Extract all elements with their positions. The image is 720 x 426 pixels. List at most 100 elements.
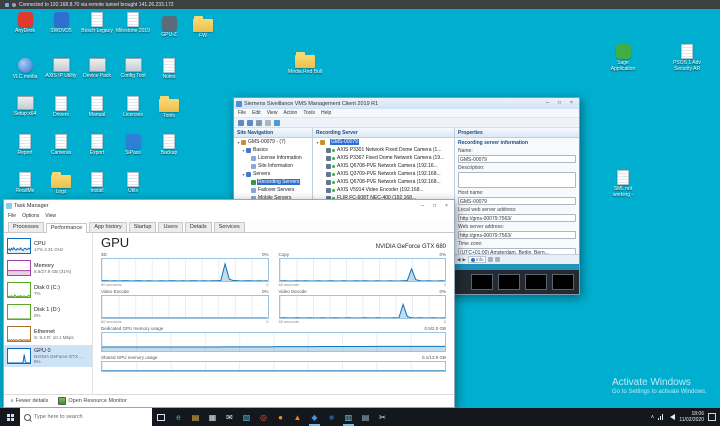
tree-item[interactable]: License Information bbox=[234, 154, 312, 162]
tree-item[interactable]: ▾ GMS-00079 - (7) bbox=[234, 138, 312, 146]
vms-menu-item[interactable]: Edit bbox=[252, 110, 261, 116]
tree-item[interactable]: Site Information bbox=[234, 162, 312, 170]
task-manager-tab[interactable]: Startup bbox=[129, 222, 157, 232]
tree-item[interactable]: ▾ Servers bbox=[234, 170, 312, 178]
toolbar-icon[interactable] bbox=[274, 120, 280, 126]
camera-preview-thumb[interactable] bbox=[471, 274, 493, 290]
task-manager-menu-item[interactable]: View bbox=[45, 213, 56, 219]
performance-sidebar-item[interactable]: GPU 0 NVIDIA GeForce GTX ... 5% bbox=[4, 345, 92, 367]
volume-icon[interactable] bbox=[667, 414, 675, 420]
tab-failover-icon[interactable] bbox=[495, 257, 500, 262]
desktop-icon[interactable]: SML not working - Alignm... bbox=[606, 170, 640, 198]
desktop-icon[interactable]: SiPass bbox=[116, 134, 150, 156]
task-view-button[interactable] bbox=[152, 408, 170, 426]
desktop-icon[interactable]: FW bbox=[186, 16, 220, 39]
tab-scroll-right-icon[interactable]: ▶ bbox=[462, 257, 465, 263]
desktop-icon[interactable]: SWDVD5 bbox=[44, 12, 78, 34]
taskbar-app-icon[interactable]: ● bbox=[272, 408, 289, 426]
performance-sidebar-item[interactable]: Memory 8.6/27.9 GB (31%) bbox=[4, 257, 92, 279]
property-value[interactable]: http://gms-00079:7563/ bbox=[458, 214, 576, 222]
desktop-icon[interactable]: Sage Application bbox=[606, 44, 640, 72]
desktop-icon[interactable]: Manual bbox=[80, 96, 114, 118]
open-resource-monitor-link[interactable]: Open Resource Monitor bbox=[58, 397, 126, 405]
toolbar-icon[interactable] bbox=[256, 120, 262, 126]
taskbar-search[interactable] bbox=[20, 408, 152, 426]
desktop-icon[interactable]: Cameras bbox=[44, 134, 78, 156]
camera-preview-thumb[interactable] bbox=[498, 274, 520, 290]
search-input[interactable] bbox=[34, 414, 148, 420]
vms-menu-item[interactable]: Help bbox=[321, 110, 331, 116]
toolbar-icon[interactable] bbox=[238, 120, 244, 126]
camera-preview-thumb[interactable] bbox=[525, 274, 547, 290]
toolbar-icon[interactable] bbox=[247, 120, 253, 126]
tab-info[interactable]: Info bbox=[468, 256, 487, 263]
task-manager-titlebar[interactable]: Task Manager ─ □ × bbox=[4, 200, 454, 212]
tab-scroll-left-icon[interactable]: ◀ bbox=[457, 257, 460, 263]
desktop-icon[interactable]: Drivers bbox=[44, 96, 78, 118]
desktop-icon[interactable]: Media Red Bull bbox=[288, 52, 322, 75]
maximize-icon[interactable]: □ bbox=[554, 99, 565, 108]
desktop-icon[interactable]: GPU-Z bbox=[152, 16, 186, 38]
tree-item[interactable]: Failover Servers bbox=[234, 186, 312, 194]
minimize-icon[interactable]: ─ bbox=[542, 99, 553, 108]
task-manager-tab[interactable]: Services bbox=[214, 222, 245, 232]
taskbar-app-icon[interactable]: ◆ bbox=[306, 408, 323, 426]
desktop-icon[interactable]: Bosch Legacy bbox=[80, 12, 114, 34]
taskbar-app-icon[interactable]: ✂ bbox=[374, 408, 391, 426]
close-icon[interactable]: × bbox=[441, 202, 452, 211]
tab-storage-icon[interactable] bbox=[488, 257, 493, 262]
desktop-icon[interactable]: Export bbox=[80, 134, 114, 156]
task-manager-menu-item[interactable]: Options bbox=[22, 213, 39, 219]
taskbar-app-icon[interactable]: ▦ bbox=[204, 408, 221, 426]
minimize-icon[interactable]: ─ bbox=[417, 202, 428, 211]
desktop-icon[interactable]: ReadMe bbox=[8, 172, 42, 194]
maximize-icon[interactable]: □ bbox=[429, 202, 440, 211]
vms-menu-item[interactable]: View bbox=[267, 110, 278, 116]
device-tree-item[interactable]: AXIS V5914 Video Encoder (192.168... bbox=[313, 186, 454, 194]
task-manager-menu-item[interactable]: File bbox=[8, 213, 16, 219]
taskbar-app-icon[interactable]: ◎ bbox=[255, 408, 272, 426]
task-manager-tab[interactable]: Performance bbox=[46, 223, 88, 233]
desktop-icon[interactable]: Backup bbox=[152, 134, 186, 156]
fewer-details-button[interactable]: ∧ Fewer details bbox=[10, 398, 48, 404]
desktop-icon[interactable]: Setup x64 bbox=[8, 96, 42, 117]
tree-item[interactable]: Recording Servers bbox=[234, 178, 312, 186]
vms-titlebar[interactable]: Siemens Siveillance VMS Management Clien… bbox=[234, 98, 579, 109]
task-manager-tab[interactable]: Details bbox=[185, 222, 212, 232]
performance-sidebar-item[interactable]: Disk 1 (D:) 0% bbox=[4, 301, 92, 323]
desktop-icon[interactable]: Config Tool bbox=[116, 58, 150, 79]
tray-clock[interactable]: 18:06 11/02/2020 bbox=[679, 411, 704, 423]
tray-chevron-up-icon[interactable]: ∧ bbox=[651, 414, 655, 420]
performance-sidebar-item[interactable]: Disk 0 (C:) 7% bbox=[4, 279, 92, 301]
taskbar-app-icon[interactable]: ▤ bbox=[357, 408, 374, 426]
taskbar-app-icon[interactable]: ▥ bbox=[340, 408, 357, 426]
task-manager-tab[interactable]: Processes bbox=[8, 222, 44, 232]
tree-item[interactable]: ▾ Basics bbox=[234, 146, 312, 154]
task-manager-tab[interactable]: Users bbox=[158, 222, 182, 232]
network-icon[interactable] bbox=[658, 414, 663, 420]
toolbar-icon[interactable] bbox=[265, 120, 271, 126]
taskbar-app-icon[interactable]: ▲ bbox=[289, 408, 306, 426]
taskbar-app-icon[interactable]: e bbox=[170, 408, 187, 426]
taskbar-app-icon[interactable]: ■ bbox=[323, 408, 340, 426]
device-tree-item[interactable]: AXIS Q6708-PVE Network Camera (192.16... bbox=[313, 162, 454, 170]
desktop-icon[interactable]: Milestone 2019 bbox=[116, 12, 150, 34]
desktop-icon[interactable]: AnyDesk bbox=[8, 12, 42, 34]
vms-menu-item[interactable]: File bbox=[238, 110, 246, 116]
start-button[interactable] bbox=[0, 408, 20, 426]
taskbar-app-icon[interactable]: ▤ bbox=[187, 408, 204, 426]
desktop-icon[interactable]: Notes bbox=[152, 58, 186, 80]
property-value[interactable]: http://gms-00079:7563/ bbox=[458, 231, 576, 239]
desktop-icon[interactable]: Utils bbox=[116, 172, 150, 194]
taskbar-app-icon[interactable]: ✉ bbox=[221, 408, 238, 426]
notification-center-icon[interactable] bbox=[708, 413, 716, 421]
device-tree-item[interactable]: AXIS P3301 Network Fixed Dome Camera (1.… bbox=[313, 146, 454, 154]
vms-menu-item[interactable]: Tools bbox=[303, 110, 315, 116]
desktop-icon[interactable]: Report bbox=[8, 134, 42, 156]
desktop-icon[interactable]: Install bbox=[80, 172, 114, 194]
camera-preview-thumb[interactable] bbox=[552, 274, 574, 290]
device-tree-item[interactable]: ▾ GMS-00079 bbox=[313, 138, 454, 146]
desktop-icon[interactable]: PSOS 1 Adv Security AR bbox=[670, 44, 704, 72]
desktop-icon[interactable]: AXIS IP Utility bbox=[44, 58, 78, 79]
desktop-icon[interactable]: Licenses bbox=[116, 96, 150, 118]
